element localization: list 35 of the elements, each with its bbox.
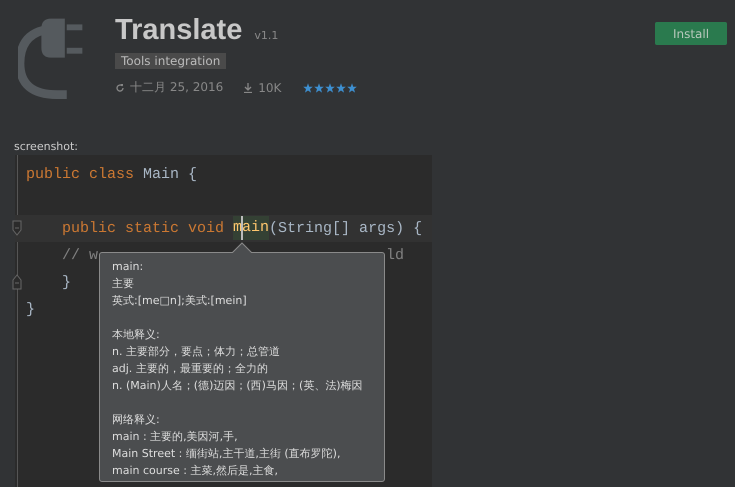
tooltip-line: Main Street : 缅街站,主干道,主街 (直布罗陀), <box>112 446 342 462</box>
star-icon <box>336 82 346 92</box>
star-icon <box>314 82 324 92</box>
code-comment: // w <box>62 247 98 264</box>
tooltip-line: main : 主要的,美因河,手, <box>112 429 239 445</box>
tooltip-line: 英式:[me□n];美式:[mein] <box>112 293 248 309</box>
code-keyword: public class <box>26 166 136 183</box>
code-text: Main { <box>143 166 198 183</box>
date-label: 十二月 25, 2016 <box>130 79 224 96</box>
tooltip-line: adj. 主要的，最重要的；全力的 <box>112 361 269 377</box>
tooltip-line: 本地释义: <box>112 327 161 343</box>
star-icon <box>347 82 358 92</box>
tooltip-line: n. (Main)人名；(德)迈因；(西)马因；(英、法)梅因 <box>112 378 364 394</box>
code-text: } <box>62 274 72 291</box>
code-keyword: public static void <box>62 220 226 237</box>
fold-icon[interactable] <box>12 220 22 236</box>
tooltip-line: 主要 <box>112 276 135 292</box>
refresh-icon <box>115 82 125 92</box>
screenshot-label: screenshot: <box>14 140 80 153</box>
star-icon <box>303 82 314 92</box>
code-text: } <box>26 301 36 318</box>
tooltip-line: main: <box>112 259 144 275</box>
tooltip-line: n. 主要部分，要点；体力；总管道 <box>112 344 281 360</box>
install-button[interactable]: Install <box>655 22 727 45</box>
tooltip-line: main course : 主菜,然后是,主食, <box>112 463 279 479</box>
version-label: v1.1 <box>254 29 278 42</box>
download-icon <box>243 82 254 92</box>
download-count: 10K <box>258 80 282 94</box>
tooltip-line: 网络释义: <box>112 412 161 428</box>
fold-icon[interactable] <box>12 274 22 290</box>
code-comment: ld <box>386 247 404 264</box>
category-tag: Tools integration <box>115 53 226 69</box>
code-text: (String[] args) { <box>269 220 422 237</box>
plugin-title: Translate <box>115 14 242 47</box>
star-icon <box>325 82 336 92</box>
